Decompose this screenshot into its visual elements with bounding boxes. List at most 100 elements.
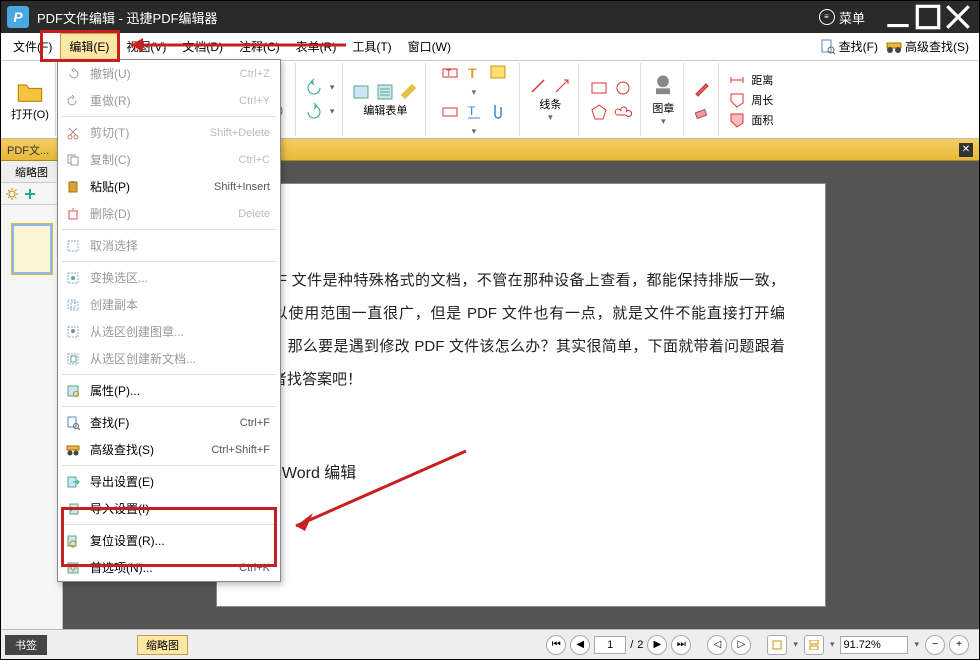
thumbnail-panel: 缩略图 [1,161,63,629]
form-field-icon[interactable] [351,82,371,102]
edit-menu-item-import[interactable]: 导入设置(I) [58,495,280,522]
next-page-button[interactable]: ▶ [647,635,667,655]
page-thumbnail[interactable] [11,223,53,275]
cloud-icon[interactable] [613,102,633,122]
menu-item-shortcut: Ctrl+K [239,562,270,574]
bookmark-tab[interactable]: 书签 [5,635,47,655]
edit-menu-item-reset[interactable]: 复位设置(R)... [58,527,280,554]
lines-dd[interactable]: ▾ [546,112,555,123]
rect-icon[interactable] [589,78,609,98]
polygon-icon[interactable] [589,102,609,122]
advfind-icon [64,441,82,459]
zoom-in-button[interactable]: + [949,635,969,655]
undo-icon [64,65,82,83]
close-button[interactable] [943,5,973,29]
zoom-out-button[interactable]: − [925,635,945,655]
edit-menu-item-redo: 重做(R)Ctrl+Y [58,87,280,114]
menu-separator [62,406,276,407]
minimize-button[interactable] [883,5,913,29]
quick-find-label: 查找(F) [839,38,878,55]
nav-back-button[interactable]: ◁ [707,635,727,655]
first-page-button[interactable]: ⏮ [546,635,566,655]
stamp-icon[interactable] [649,72,677,100]
tab-close-button[interactable]: ✕ [959,143,973,157]
rotate-right-icon[interactable] [304,102,324,122]
quick-advfind-label: 高级查找(S) [905,38,969,55]
view-dd[interactable]: ▾ [791,639,800,650]
menu-window[interactable]: 窗口(W) [400,34,459,59]
maximize-button[interactable] [913,5,943,29]
plus-icon[interactable] [23,187,37,201]
edit-menu-item-export[interactable]: 导出设置(E) [58,468,280,495]
stamp-dd[interactable]: ▾ [659,116,668,127]
underline-icon[interactable]: T [464,102,484,122]
form-list-icon[interactable] [375,82,395,102]
att-dd[interactable]: ▾ [470,126,479,137]
copy-icon [64,151,82,169]
form-highlight-icon[interactable] [399,82,419,102]
menu-item-label: 复位设置(R)... [90,532,270,549]
menu-form[interactable]: 表单(R) [288,34,345,59]
edit-menu-item-props[interactable]: 属性(P)... [58,377,280,404]
svg-text:T: T [468,104,476,118]
area-icon[interactable] [727,110,747,130]
edit-menu-item-find[interactable]: 查找(F)Ctrl+F [58,409,280,436]
text-tool-icon[interactable]: T [464,63,484,83]
menu-tool[interactable]: 工具(T) [344,34,399,59]
quick-advanced-find-button[interactable]: 高级查找(S) [886,38,969,55]
tool-shapes-group [581,63,641,136]
view-single-button[interactable] [767,635,787,655]
note-icon[interactable] [488,63,508,83]
pencil-icon[interactable] [692,78,712,98]
attachment-icon[interactable] [488,102,508,122]
text-box-icon[interactable]: T [440,63,460,83]
thumbnail-tab-bottom[interactable]: 缩略图 [137,635,188,655]
note-dd[interactable]: ▾ [470,87,479,98]
menu-item-label: 首选项(N)... [90,559,239,576]
edit-menu-item-advfind[interactable]: 高级查找(S)Ctrl+Shift+F [58,436,280,463]
distance-icon[interactable] [727,70,747,90]
circle-icon[interactable] [613,78,633,98]
menu-item-label: 删除(D) [90,205,238,222]
menu-separator [62,524,276,525]
dup-icon [64,296,82,314]
document-tab[interactable]: PDF文... [7,142,49,158]
menu-edit[interactable]: 编辑(E) [60,33,118,60]
text-edit-icon[interactable] [440,102,460,122]
props-icon [64,382,82,400]
hamburger-menu-button[interactable]: ≡ 菜单 [819,8,865,27]
menu-view[interactable]: 视图(V) [118,34,174,59]
last-page-button[interactable]: ⏭ [671,635,691,655]
rotate-left-icon[interactable] [304,78,324,98]
view-cont-button[interactable] [804,635,824,655]
edit-menu-item-prefs[interactable]: 首选项(N)...Ctrl+K [58,554,280,581]
rot-dd[interactable]: ▾ [328,82,337,93]
edit-menu-item-paste[interactable]: 粘贴(P)Shift+Insert [58,173,280,200]
find-icon [64,414,82,432]
menu-item-label: 创建副本 [90,296,270,313]
menu-item-label: 从选区创建图章... [90,323,270,340]
open-folder-icon[interactable] [16,78,44,106]
menu-separator [62,374,276,375]
menu-file[interactable]: 文件(F) [5,34,60,59]
menu-bar: 文件(F) 编辑(E) 视图(V) 文档(D) 注释(C) 表单(R) 工具(T… [1,33,979,61]
transform-icon [64,269,82,287]
rot2-dd[interactable]: ▾ [328,106,337,117]
eraser-icon[interactable] [692,102,712,122]
arrow-icon[interactable] [552,76,572,96]
quick-find-button[interactable]: 查找(F) [820,38,878,55]
nav-fwd-button[interactable]: ▷ [731,635,751,655]
menu-item-label: 剪切(T) [90,124,210,141]
perimeter-icon[interactable] [727,90,747,110]
prev-page-button[interactable]: ◀ [570,635,590,655]
prefs-icon [64,559,82,577]
menu-comment[interactable]: 注释(C) [231,34,288,59]
status-zoom-input[interactable] [840,636,908,654]
page-number-input[interactable] [594,636,626,654]
line-icon[interactable] [528,76,548,96]
menu-document[interactable]: 文档(D) [174,34,231,59]
gear-icon[interactable] [5,187,19,201]
view2-dd[interactable]: ▾ [828,639,837,650]
zoom-dd[interactable]: ▾ [912,639,921,650]
reset-icon [64,532,82,550]
